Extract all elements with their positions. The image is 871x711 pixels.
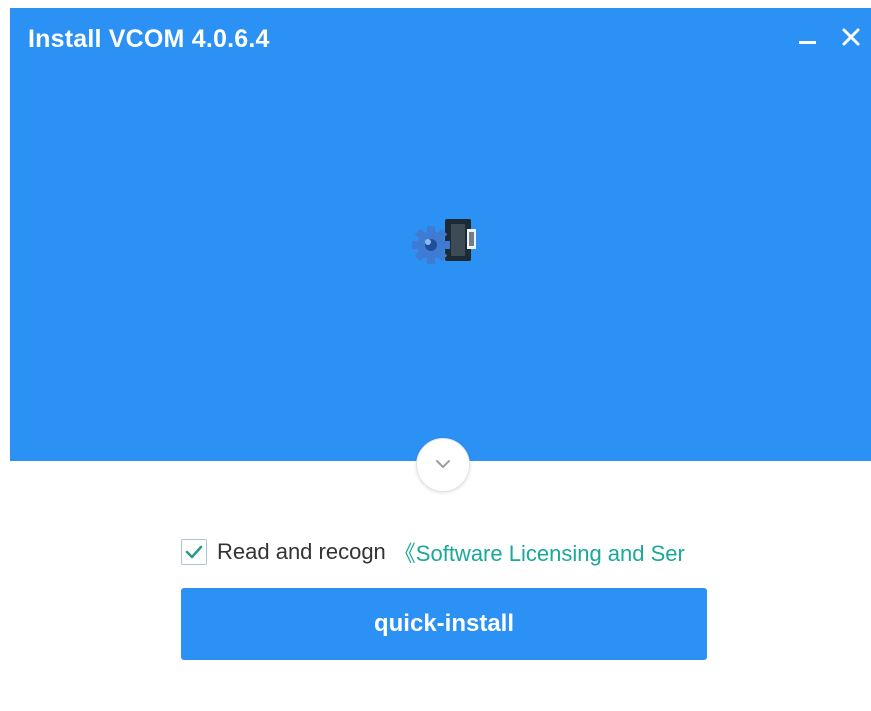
window-title: Install VCOM 4.0.6.4 — [28, 25, 270, 53]
expand-options-button[interactable] — [416, 438, 470, 492]
agree-checkbox[interactable] — [181, 539, 207, 565]
installer-gear-icon — [407, 211, 483, 275]
quick-install-button[interactable]: quick-install — [181, 588, 707, 660]
close-button[interactable] — [836, 22, 866, 54]
license-agreement-link[interactable]: 《Software Licensing and Ser — [394, 536, 685, 568]
minimize-button[interactable] — [794, 22, 824, 54]
installer-window: Install VCOM 4.0.6.4 Read and recogn 《So… — [0, 0, 871, 711]
header-banner: Install VCOM 4.0.6.4 — [10, 8, 871, 461]
license-agreement-row: Read and recogn 《Software Licensing and … — [181, 537, 685, 567]
agree-label: Read and recogn — [217, 539, 386, 564]
